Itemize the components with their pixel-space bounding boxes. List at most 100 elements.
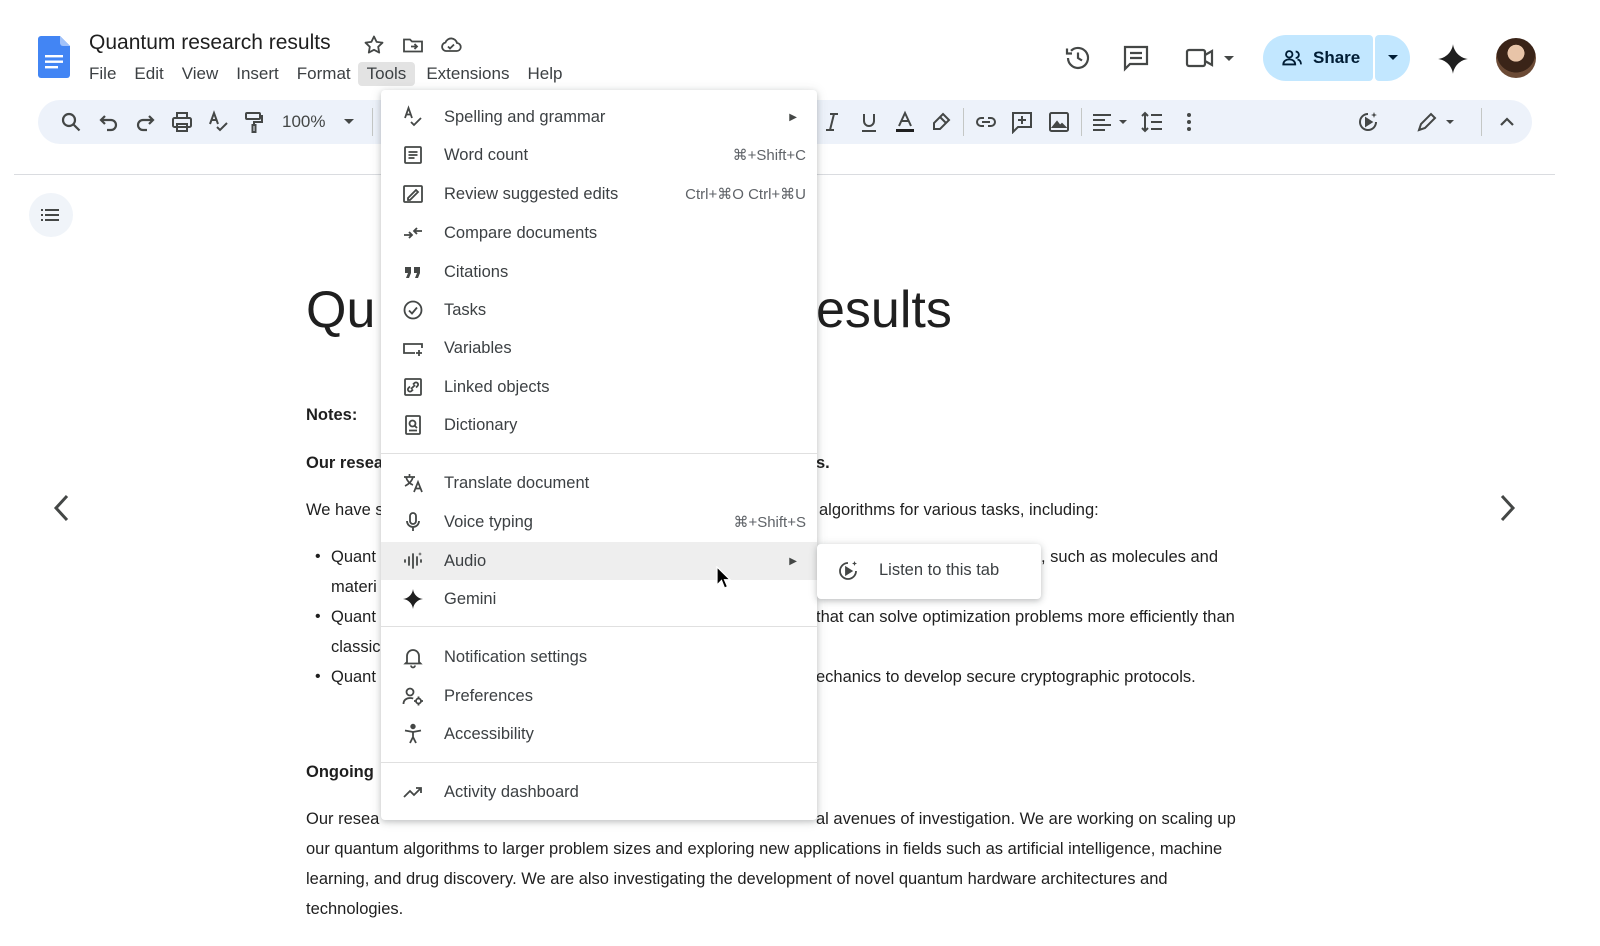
- list-item-text: that can solve optimization problems mor…: [816, 608, 1235, 626]
- paragraph-text: algorithms for various tasks, including:: [819, 501, 1099, 519]
- undo-icon[interactable]: [97, 110, 121, 134]
- text-color-icon[interactable]: [893, 110, 917, 134]
- toolbar-divider: [372, 108, 373, 136]
- zoom-select[interactable]: 100%: [282, 110, 355, 134]
- menu-item-label: Review suggested edits: [444, 184, 619, 203]
- print-icon[interactable]: [170, 110, 194, 134]
- share-group: Share: [1263, 35, 1410, 81]
- highlight-color-icon[interactable]: [929, 110, 953, 134]
- menu-item-review-suggested-edits[interactable]: Review suggested edits Ctrl+⌘O Ctrl+⌘U: [381, 175, 817, 213]
- menu-item-shortcut: ⌘+Shift+C: [732, 147, 806, 164]
- chevron-up-icon[interactable]: [1495, 110, 1519, 134]
- toolbar-divider: [1081, 108, 1082, 136]
- bullet-point: •: [315, 668, 321, 685]
- comments-icon[interactable]: [1120, 42, 1152, 74]
- list-item-text: Quant: [331, 608, 376, 626]
- menu-item-label: Activity dashboard: [444, 782, 579, 801]
- add-comment-icon[interactable]: [1010, 110, 1034, 134]
- version-history-icon[interactable]: [1062, 42, 1094, 74]
- search-icon[interactable]: [59, 110, 83, 134]
- toolbar-divider: [963, 108, 964, 136]
- share-button[interactable]: Share: [1263, 35, 1373, 81]
- menu-item-activity-dashboard[interactable]: Activity dashboard: [381, 773, 817, 811]
- paragraph-text: al avenues of investigation. We are work…: [816, 810, 1236, 828]
- document-heading-right: esults: [816, 281, 952, 339]
- insert-link-icon[interactable]: [974, 110, 998, 134]
- submenu-item-listen-to-this-tab[interactable]: Listen to this tab: [817, 544, 1041, 599]
- menu-extensions[interactable]: Extensions: [417, 62, 518, 86]
- chevron-right-icon[interactable]: [1492, 490, 1524, 526]
- menu-item-tasks[interactable]: Tasks: [381, 291, 817, 329]
- list-item-text: , such as molecules and: [1041, 548, 1219, 566]
- align-icon[interactable]: [1091, 110, 1131, 134]
- share-label: Share: [1313, 48, 1361, 67]
- avatar[interactable]: [1496, 38, 1536, 78]
- menu-item-preferences[interactable]: Preferences: [381, 677, 817, 715]
- menu-bar: File Edit View Insert Format Tools Exten…: [80, 62, 571, 86]
- redo-icon[interactable]: [133, 110, 157, 134]
- chevron-left-icon[interactable]: [47, 490, 79, 526]
- menu-item-label: Spelling and grammar: [444, 107, 606, 126]
- zoom-value: 100%: [282, 112, 326, 131]
- menu-item-notification-settings[interactable]: Notification settings: [381, 638, 817, 676]
- menu-item-voice-typing[interactable]: Voice typing ⌘+Shift+S: [381, 503, 817, 541]
- menu-item-accessibility[interactable]: Accessibility: [381, 715, 817, 753]
- menu-item-label: Tasks: [444, 300, 487, 319]
- menu-item-label: Compare documents: [444, 223, 598, 242]
- gemini-playback-icon[interactable]: [1356, 110, 1380, 134]
- menu-view[interactable]: View: [173, 62, 228, 86]
- menu-format[interactable]: Format: [288, 62, 360, 86]
- line-spacing-icon[interactable]: [1140, 110, 1164, 134]
- menu-file[interactable]: File: [80, 62, 125, 86]
- insert-image-icon[interactable]: [1047, 110, 1071, 134]
- quote-icon: [405, 267, 420, 278]
- star-icon[interactable]: [362, 33, 386, 57]
- menu-item-word-count[interactable]: Word count ⌘+Shift+C: [381, 136, 817, 174]
- menu-item-label: Audio: [444, 551, 487, 570]
- preferences-icon: [402, 687, 423, 706]
- tools-menu: Spelling and grammar ▶ Word count ⌘+Shif…: [381, 90, 817, 820]
- menu-item-gemini[interactable]: Gemini: [381, 580, 817, 618]
- menu-item-translate-document[interactable]: Translate document: [381, 464, 817, 502]
- review-edits-icon: [403, 185, 423, 203]
- share-options-button[interactable]: [1375, 35, 1410, 81]
- submenu-arrow-icon: ▶: [789, 111, 797, 123]
- paint-format-icon[interactable]: [242, 110, 266, 134]
- meet-icon[interactable]: [1184, 42, 1236, 74]
- gemini-sparkle-icon[interactable]: [1436, 42, 1470, 76]
- dictionary-icon: [405, 415, 421, 435]
- menu-item-linked-objects[interactable]: Linked objects: [381, 368, 817, 406]
- menu-item-label: Citations: [444, 262, 509, 281]
- italic-icon[interactable]: [820, 110, 844, 134]
- menu-item-audio[interactable]: Audio ▶: [381, 542, 817, 580]
- menu-item-spelling-and-grammar[interactable]: Spelling and grammar ▶: [381, 98, 817, 136]
- document-outline-button[interactable]: [29, 193, 73, 237]
- list-item-text: Quant: [331, 668, 376, 686]
- accessibility-icon: [404, 723, 422, 744]
- paragraph-text: technologies.: [306, 900, 404, 918]
- menu-item-label: Voice typing: [444, 512, 533, 531]
- cloud-saved-icon[interactable]: [439, 33, 463, 57]
- underline-icon[interactable]: [857, 110, 881, 134]
- editing-mode-icon[interactable]: [1415, 110, 1459, 134]
- menu-item-citations[interactable]: Citations: [381, 253, 817, 291]
- spellcheck-icon[interactable]: [206, 110, 230, 134]
- trending-up-icon: [403, 787, 422, 798]
- ongoing-label: Ongoing: [306, 763, 374, 781]
- notes-label: Notes:: [306, 406, 358, 424]
- more-options-icon[interactable]: [1177, 110, 1201, 134]
- menu-item-label: Dictionary: [444, 415, 518, 434]
- menu-tools[interactable]: Tools: [357, 62, 416, 86]
- translate-icon: [404, 474, 423, 493]
- document-heading-left: Qu: [306, 281, 376, 339]
- mouse-cursor-icon: [716, 566, 732, 589]
- move-folder-icon[interactable]: [401, 33, 425, 57]
- menu-insert[interactable]: Insert: [227, 62, 288, 86]
- menu-item-dictionary[interactable]: Dictionary: [381, 406, 817, 444]
- menu-edit[interactable]: Edit: [125, 62, 172, 86]
- menu-item-variables[interactable]: Variables: [381, 329, 817, 367]
- menu-item-compare-documents[interactable]: Compare documents: [381, 214, 817, 252]
- menu-help[interactable]: Help: [518, 62, 571, 86]
- document-title[interactable]: Quantum research results: [89, 31, 331, 55]
- docs-logo[interactable]: [38, 36, 70, 78]
